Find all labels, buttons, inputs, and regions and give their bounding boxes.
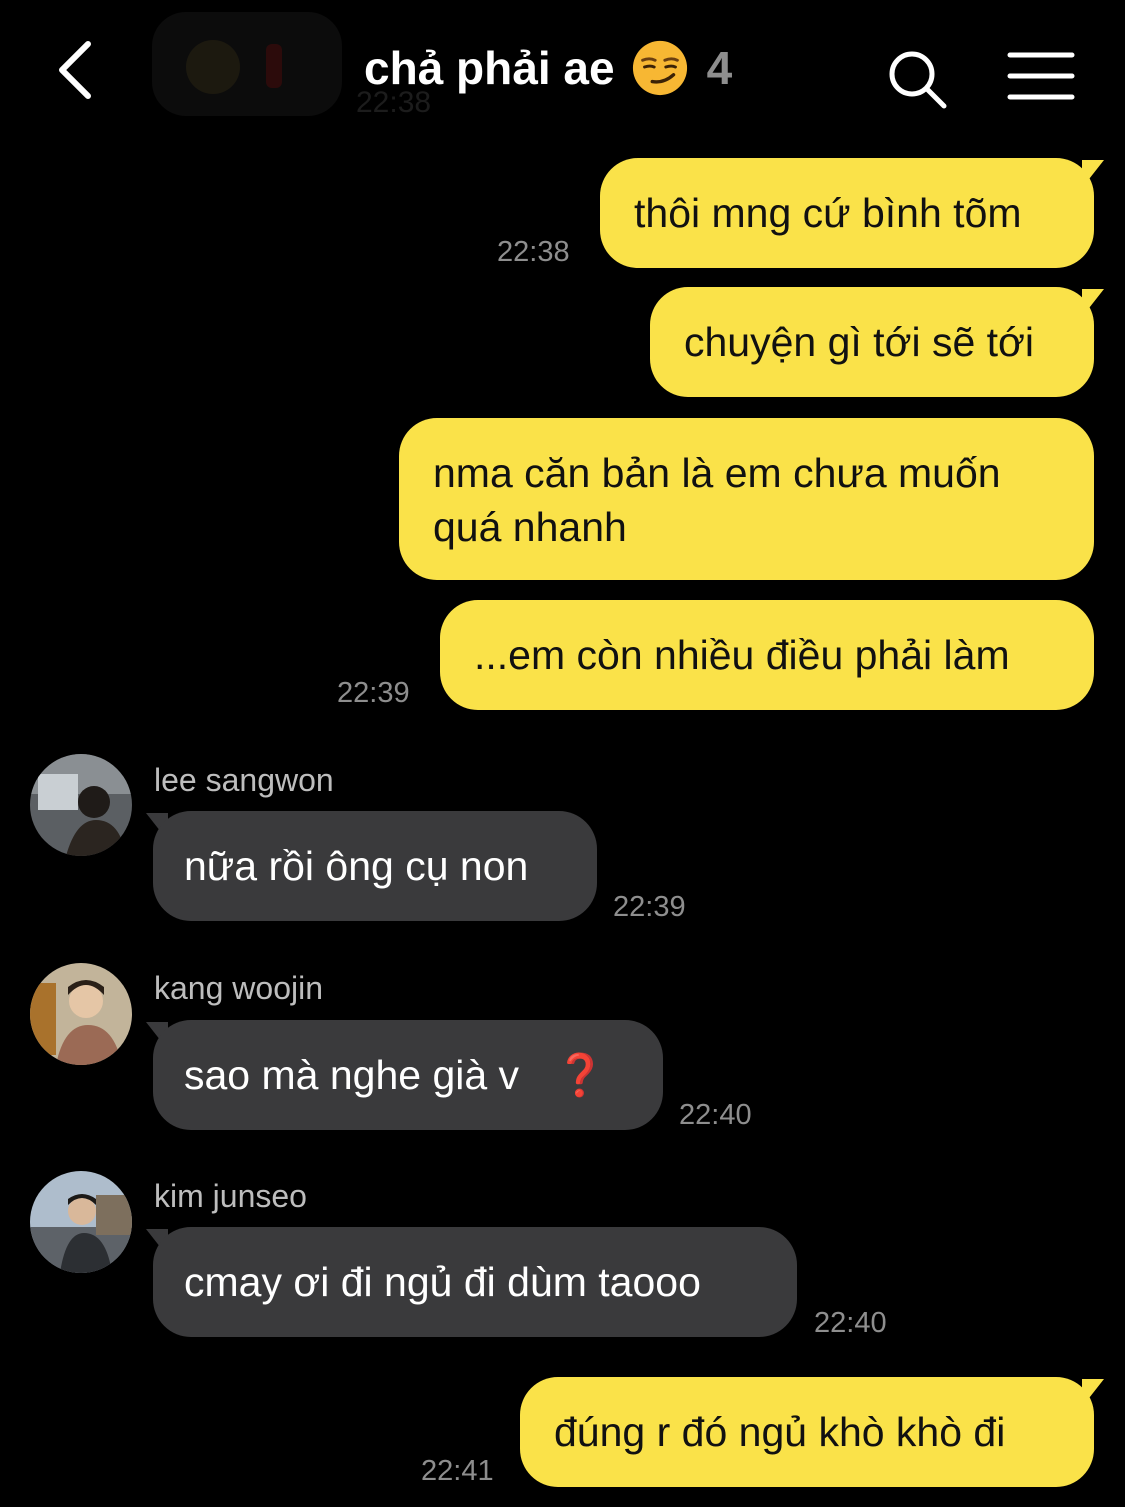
chat-name: chả phải ae: [364, 42, 615, 94]
message-text: đúng r đó ngủ khò khò đi: [554, 1409, 1006, 1455]
smile-emoji-icon: [186, 40, 240, 94]
message-time: 22:41: [421, 1455, 494, 1487]
my-message-bubble[interactable]: ...em còn nhiều điều phải làm: [440, 600, 1094, 710]
question-mark-emoji: ❓: [554, 1052, 606, 1098]
scrolled-message-bubble: [152, 12, 342, 116]
message-time: 22:38: [497, 236, 570, 268]
sender-name: kim junseo: [154, 1178, 307, 1214]
message-time: 22:40: [814, 1307, 887, 1339]
message-text: cmay ơi đi ngủ đi dùm taooo: [184, 1259, 701, 1305]
smirk-emoji-icon: [632, 40, 687, 96]
avatar-lee-sangwon[interactable]: [30, 754, 132, 856]
exclamation-icon: [266, 44, 282, 88]
hamburger-menu-icon: [1007, 52, 1075, 100]
profile-photo: [30, 963, 132, 1065]
search-icon: [889, 51, 947, 109]
message-time: 22:40: [679, 1099, 752, 1131]
profile-photo: [30, 754, 132, 856]
my-message-bubble[interactable]: đúng r đó ngủ khò khò đi: [520, 1377, 1094, 1487]
chat-title[interactable]: chả phải ae 4: [364, 38, 732, 98]
menu-button[interactable]: [1006, 50, 1076, 104]
sender-name: lee sangwon: [154, 762, 334, 798]
their-message-bubble[interactable]: cmay ơi đi ngủ đi dùm taooo: [153, 1227, 797, 1337]
chat-header: 22:38 chả phải ae 4: [0, 0, 1125, 140]
their-message-bubble[interactable]: sao mà nghe già v ❓: [153, 1020, 663, 1130]
message-text-line: quá nhanh: [433, 504, 627, 550]
message-time: 22:39: [337, 677, 410, 709]
my-message-bubble[interactable]: nma căn bản là em chưa muốn quá nhanh: [399, 418, 1094, 580]
message-text: thôi mng cứ bình tõm: [634, 190, 1022, 236]
avatar-kang-woojin[interactable]: [30, 963, 132, 1065]
profile-photo: [30, 1171, 132, 1273]
member-count: 4: [706, 42, 733, 94]
their-message-bubble[interactable]: nữa rồi ông cụ non: [153, 811, 597, 921]
message-text: chuyện gì tới sẽ tới: [684, 319, 1035, 365]
my-message-bubble[interactable]: chuyện gì tới sẽ tới: [650, 287, 1094, 397]
message-time: 22:39: [613, 891, 686, 923]
message-text: nữa rồi ông cụ non: [184, 843, 529, 889]
chevron-left-icon: [59, 41, 91, 99]
message-text-line: nma căn bản là em chưa muốn: [433, 450, 1001, 496]
sender-name: kang woojin: [154, 970, 323, 1006]
search-button[interactable]: [884, 46, 950, 112]
my-message-bubble[interactable]: thôi mng cứ bình tõm: [600, 158, 1094, 268]
message-text: ...em còn nhiều điều phải làm: [474, 632, 1010, 678]
avatar-kim-junseo[interactable]: [30, 1171, 132, 1273]
back-button[interactable]: [50, 36, 110, 100]
message-text: sao mà nghe già v: [184, 1052, 520, 1098]
